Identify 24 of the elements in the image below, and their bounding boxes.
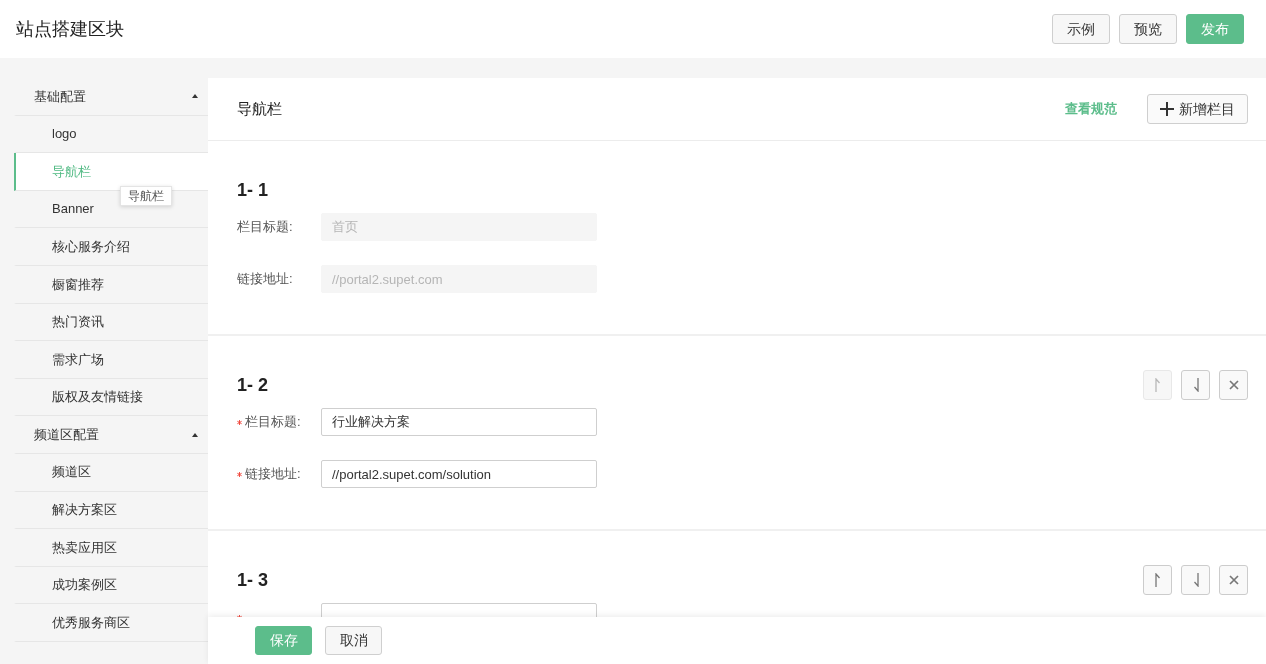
delete-button[interactable]: [1219, 565, 1248, 595]
panel-title: 导航栏: [237, 98, 283, 119]
field-label: 链接地址:: [237, 270, 293, 289]
section-heading: 1- 1: [237, 179, 269, 202]
input-field[interactable]: //portal2.supet.com/solution: [321, 460, 597, 488]
field-label: 栏目标题:: [237, 218, 293, 237]
button[interactable]: 预览: [1119, 14, 1177, 44]
plus-icon: [1160, 102, 1174, 116]
tooltip: 导航栏: [120, 186, 172, 206]
input-field[interactable]: 行业解决方案: [321, 408, 597, 436]
close-icon: [1228, 380, 1239, 390]
button[interactable]: 示例: [1052, 14, 1110, 44]
section-heading: 1- 2: [237, 374, 269, 397]
move-down-button[interactable]: [1181, 370, 1210, 400]
section-heading: 1- 3: [237, 569, 269, 592]
field-label: 栏目标题:: [245, 413, 301, 432]
button[interactable]: 取消: [325, 626, 382, 655]
move-up-button[interactable]: [1143, 565, 1172, 595]
add-column-button[interactable]: 新增栏目: [1147, 94, 1248, 124]
page-title: 站点搭建区块: [16, 18, 124, 41]
close-icon: [1228, 575, 1239, 585]
field-label: 链接地址:: [245, 465, 301, 484]
move-down-button[interactable]: [1181, 565, 1210, 595]
delete-button[interactable]: [1219, 370, 1248, 400]
